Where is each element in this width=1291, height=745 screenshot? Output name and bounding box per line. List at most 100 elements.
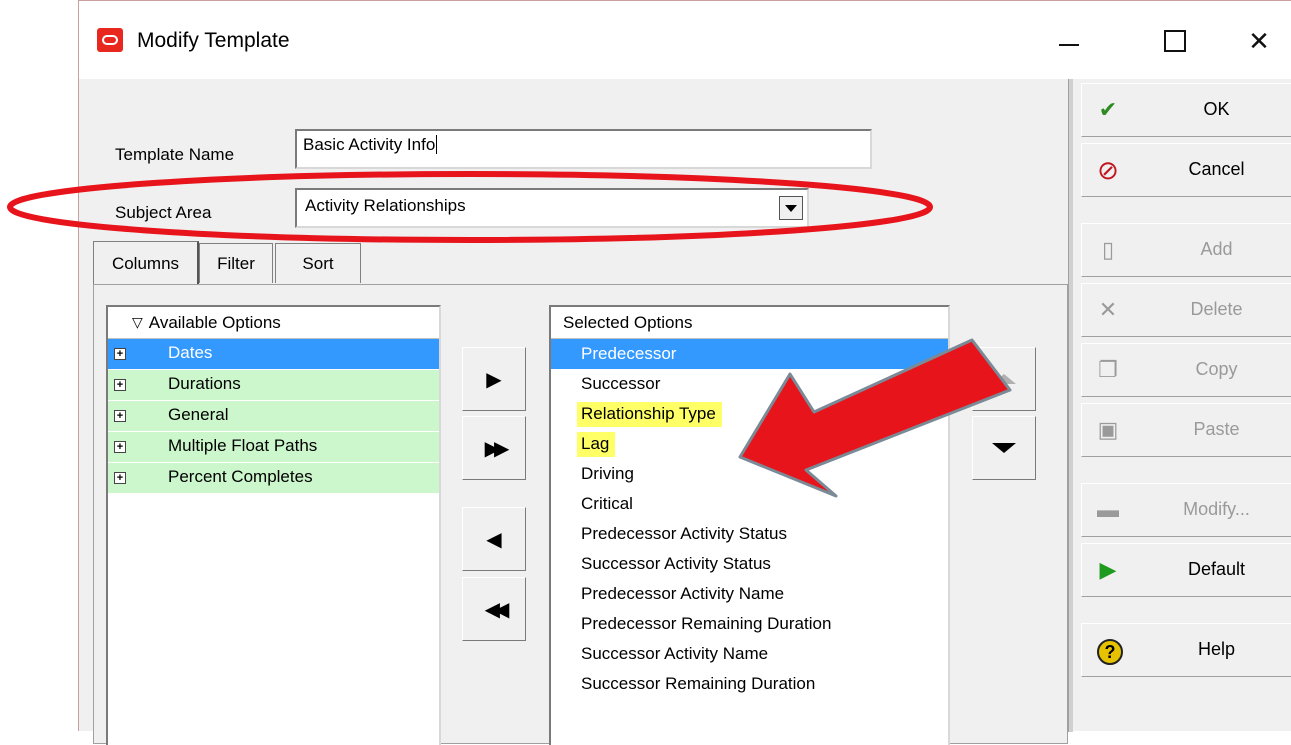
selected-option-item[interactable]: Driving xyxy=(551,459,948,489)
template-name-input[interactable]: Basic Activity Info xyxy=(295,129,872,169)
available-option-label: Durations xyxy=(168,374,241,393)
arrow-right-icon: ▶ xyxy=(486,368,502,391)
new-document-icon: ▯ xyxy=(1101,237,1115,262)
columns-tab-panel: ▽ Available Options + Dates + Durations + Gen… xyxy=(93,284,1068,745)
selected-option-label: Successor Remaining Duration xyxy=(581,674,816,693)
selected-option-label: Predecessor xyxy=(581,344,677,363)
available-option-item[interactable]: + General xyxy=(108,401,439,432)
add-all-button[interactable]: ▶▶ xyxy=(462,416,526,480)
remove-selected-button[interactable]: ◀ xyxy=(462,507,526,571)
sidebar-divider xyxy=(1068,79,1073,732)
tab-filter-label: Filter xyxy=(217,253,255,273)
default-button[interactable]: ▶ Default xyxy=(1081,543,1291,597)
monitor-icon: ▬ xyxy=(1097,497,1119,522)
help-button[interactable]: ? Help xyxy=(1081,623,1291,677)
delete-button[interactable]: ✕ Delete xyxy=(1081,283,1291,337)
expand-plus-icon[interactable]: + xyxy=(114,348,126,360)
available-options-header[interactable]: ▽ Available Options xyxy=(108,307,439,339)
side-button-label: Copy xyxy=(1195,359,1238,379)
selected-option-item[interactable]: Critical xyxy=(551,489,948,519)
selected-option-label: Lag xyxy=(577,432,616,457)
selected-option-item[interactable]: Successor xyxy=(551,369,948,399)
copy-icon: ❐ xyxy=(1098,357,1118,382)
checkmark-icon: ✔ xyxy=(1098,97,1118,122)
modify-button[interactable]: ▬ Modify... xyxy=(1081,483,1291,537)
play-icon: ▶ xyxy=(1099,557,1117,582)
selected-options-header[interactable]: Selected Options xyxy=(551,307,948,339)
available-option-label: Dates xyxy=(168,343,213,362)
double-arrow-left-icon: ◀◀ xyxy=(484,598,510,621)
tab-filter[interactable]: Filter xyxy=(199,243,273,283)
move-up-button[interactable] xyxy=(972,347,1036,411)
selected-options-title: Selected Options xyxy=(563,312,693,332)
triangle-up-icon xyxy=(992,374,1016,384)
triangle-down-icon xyxy=(992,443,1016,453)
maximize-icon xyxy=(1164,30,1186,52)
title-bar: Modify Template ✕ xyxy=(79,1,1291,79)
tab-columns-label: Columns xyxy=(111,253,180,273)
selected-option-item[interactable]: Successor Remaining Duration xyxy=(551,669,948,699)
selected-option-item[interactable]: Successor Activity Status xyxy=(551,549,948,579)
chevron-down-icon xyxy=(785,204,797,212)
selected-option-item[interactable]: Relationship Type xyxy=(551,399,948,429)
selected-option-label: Successor Activity Status xyxy=(581,554,771,573)
selected-option-label: Predecessor Activity Status xyxy=(581,524,787,543)
move-down-button[interactable] xyxy=(972,416,1036,480)
tab-columns[interactable]: Columns xyxy=(93,241,199,285)
expand-plus-icon[interactable]: + xyxy=(114,472,126,484)
tab-sort[interactable]: Sort xyxy=(275,243,361,283)
available-option-label: General xyxy=(168,405,229,424)
window-title: Modify Template xyxy=(137,29,290,52)
paste-button[interactable]: ▣ Paste xyxy=(1081,403,1291,457)
remove-all-button[interactable]: ◀◀ xyxy=(462,577,526,641)
side-button-label: Cancel xyxy=(1188,159,1245,179)
maximize-button[interactable] xyxy=(1145,19,1205,63)
side-button-label: Paste xyxy=(1193,419,1240,439)
selected-option-item[interactable]: Predecessor Activity Name xyxy=(551,579,948,609)
selected-option-item[interactable]: Lag xyxy=(551,429,948,459)
available-options-list[interactable]: ▽ Available Options + Dates + Durations + Gen… xyxy=(106,305,441,745)
selected-option-item[interactable]: Predecessor Activity Status xyxy=(551,519,948,549)
selected-option-label: Successor xyxy=(581,374,661,393)
available-option-item[interactable]: + Percent Completes xyxy=(108,463,439,494)
expand-plus-icon[interactable]: + xyxy=(114,410,126,422)
add-button[interactable]: ▯ Add xyxy=(1081,223,1291,277)
delete-x-icon: ✕ xyxy=(1098,297,1118,322)
side-button-label: Default xyxy=(1187,559,1246,579)
close-button[interactable]: ✕ xyxy=(1229,19,1289,63)
template-name-label: Template Name xyxy=(115,145,235,164)
available-option-item[interactable]: + Durations xyxy=(108,370,439,401)
oracle-app-icon xyxy=(97,28,123,52)
template-name-value: Basic Activity Info xyxy=(303,135,436,154)
selected-option-label: Relationship Type xyxy=(577,402,722,427)
subject-area-select[interactable]: Activity Relationships xyxy=(295,188,809,228)
side-button-label: Help xyxy=(1197,639,1236,659)
available-option-label: Percent Completes xyxy=(168,467,313,486)
close-icon: ✕ xyxy=(1248,25,1270,56)
modify-template-dialog: Modify Template ✕ Template Name Basic Ac… xyxy=(78,0,1291,745)
side-button-label: Modify... xyxy=(1183,499,1250,519)
selected-option-label: Critical xyxy=(581,494,633,513)
copy-button[interactable]: ❐ Copy xyxy=(1081,343,1291,397)
side-button-label: Add xyxy=(1200,239,1233,259)
add-selected-button[interactable]: ▶ xyxy=(462,347,526,411)
available-option-item[interactable]: + Multiple Float Paths xyxy=(108,432,439,463)
cancel-button[interactable]: ⊘ Cancel xyxy=(1081,143,1291,197)
paste-icon: ▣ xyxy=(1097,417,1119,442)
selected-option-label: Successor Activity Name xyxy=(581,644,769,663)
available-option-label: Multiple Float Paths xyxy=(168,436,318,455)
selected-option-item[interactable]: Successor Activity Name xyxy=(551,639,948,669)
selected-option-item[interactable]: Predecessor Remaining Duration xyxy=(551,609,948,639)
minimize-button[interactable] xyxy=(1039,19,1099,63)
available-option-item[interactable]: + Dates xyxy=(108,339,439,370)
expand-plus-icon[interactable]: + xyxy=(114,441,126,453)
expand-plus-icon[interactable]: + xyxy=(114,379,126,391)
collapse-triangle-icon: ▽ xyxy=(132,314,143,330)
selected-option-item[interactable]: Predecessor xyxy=(551,339,948,369)
side-button-label: OK xyxy=(1203,99,1230,119)
dropdown-button[interactable] xyxy=(779,196,803,220)
ok-button[interactable]: ✔ OK xyxy=(1081,83,1291,137)
side-button-label: Delete xyxy=(1190,299,1243,319)
selected-options-list[interactable]: Selected Options Predecessor Successor Rel… xyxy=(549,305,950,745)
subject-area-label: Subject Area xyxy=(115,203,212,222)
